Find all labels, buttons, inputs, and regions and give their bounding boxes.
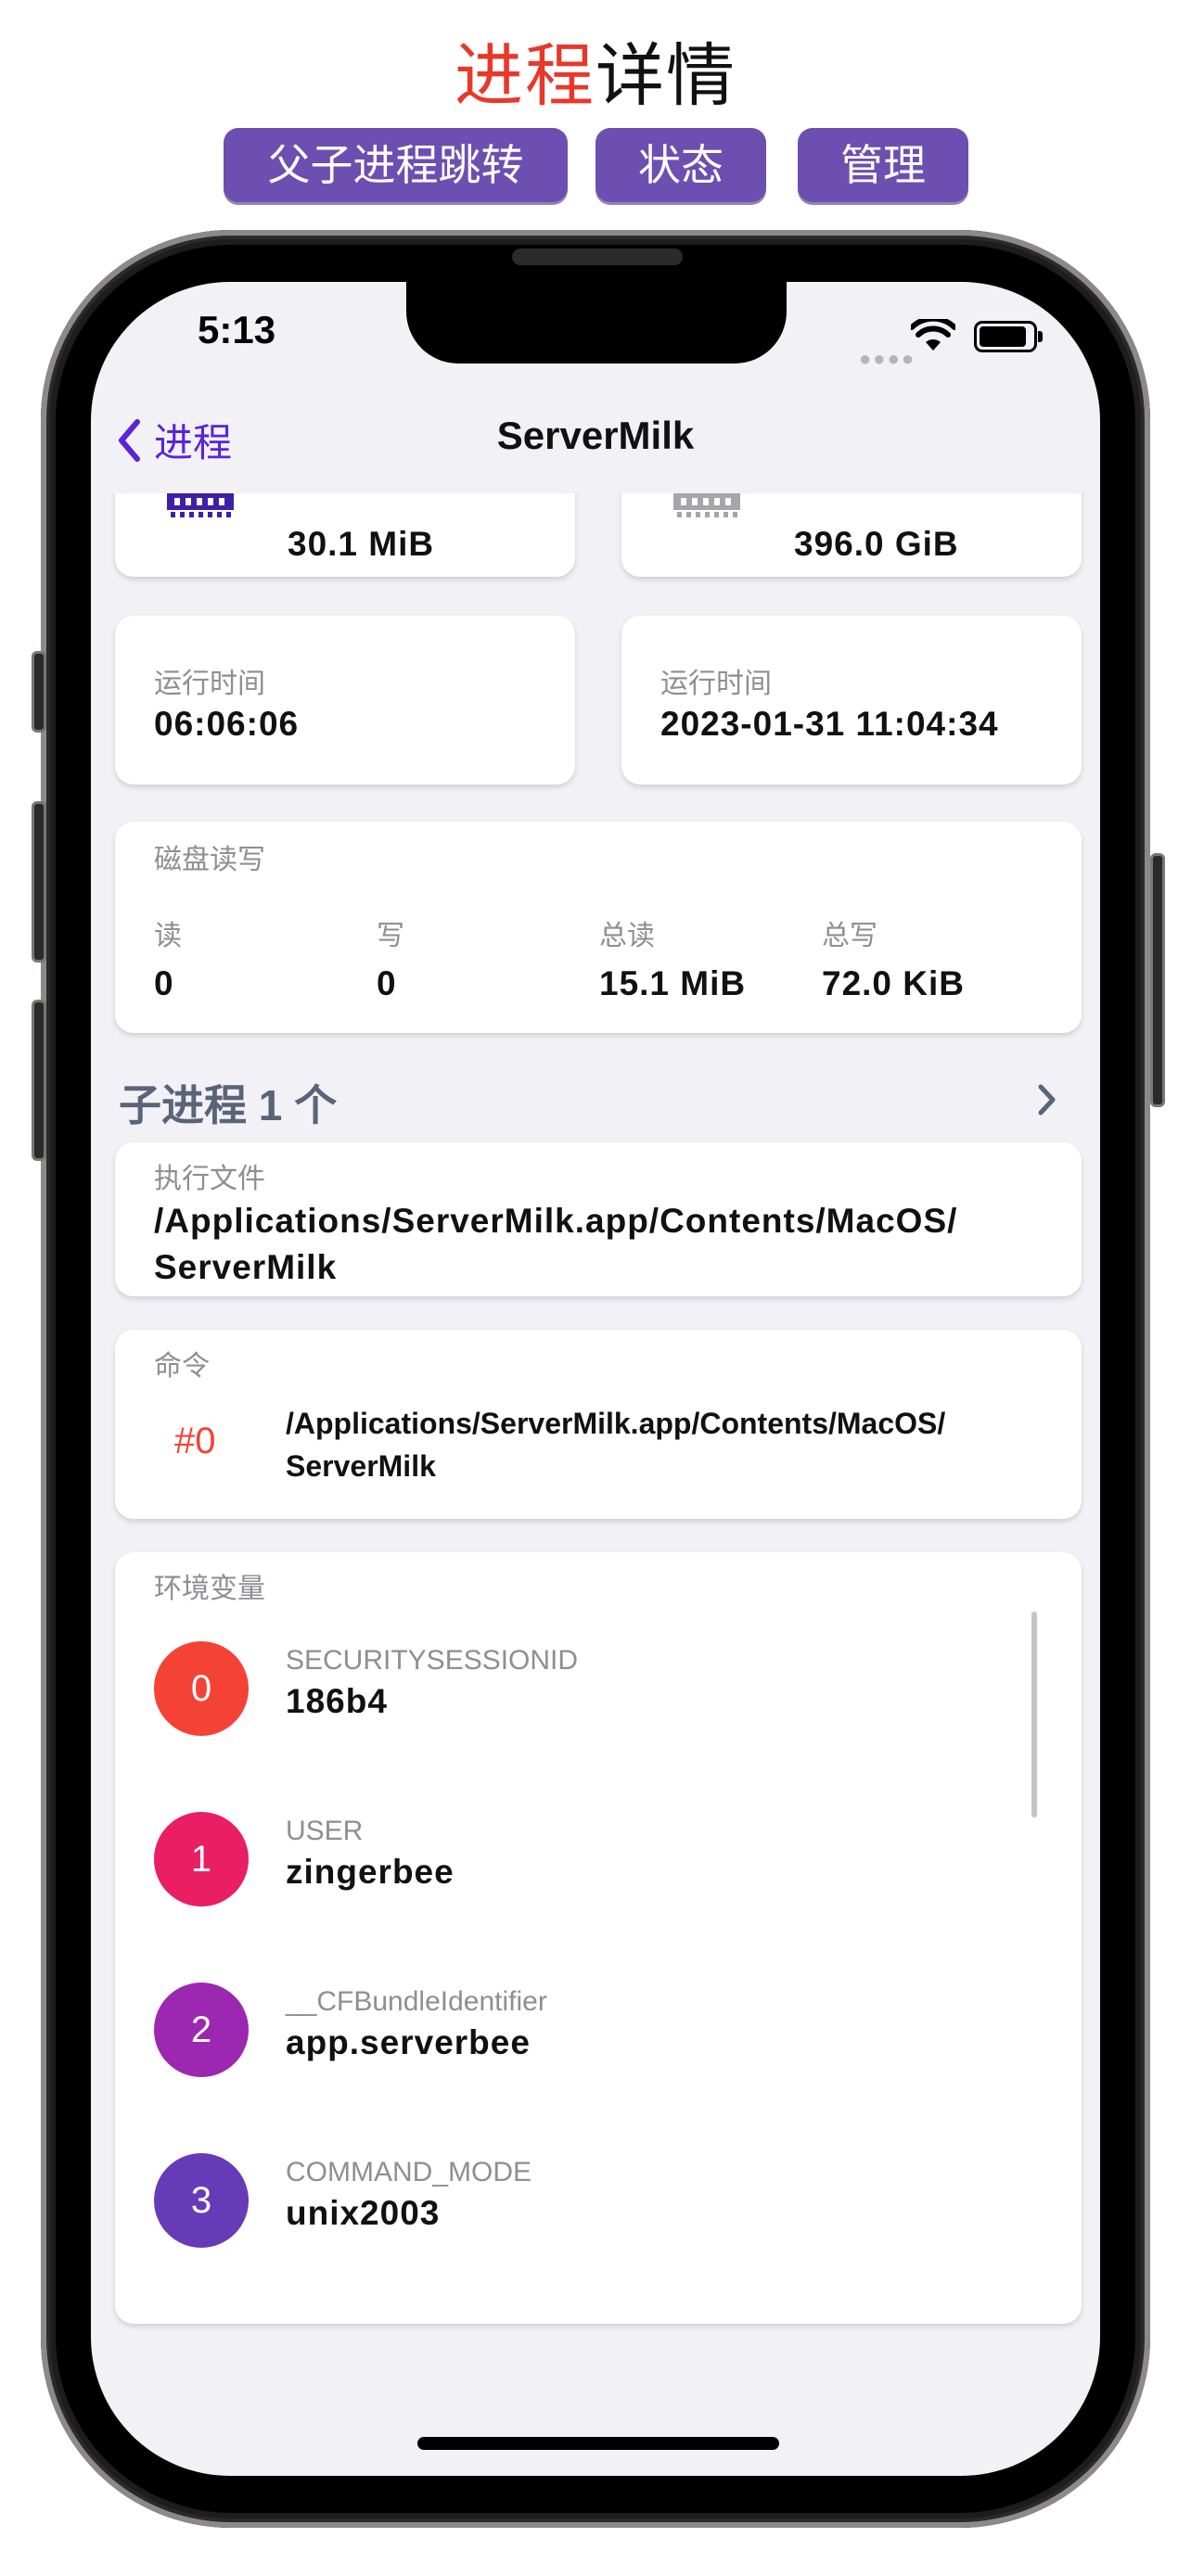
env-key: SECURITYSESSIONID: [286, 1645, 579, 1676]
earpiece: [512, 249, 683, 265]
disk-total-read-col: 总读 15.1 MiB: [599, 912, 746, 1003]
command-label: 命令: [154, 1351, 210, 1382]
executable-path-line2: ServerMilk: [154, 1248, 338, 1286]
env-title: 环境变量: [154, 1574, 265, 1604]
disk-read-value: 0: [154, 964, 174, 1002]
disk-total-read-value: 15.1 MiB: [599, 964, 747, 1002]
runtime-card-left: 运行时间 06:06:06: [115, 616, 575, 784]
env-value: zingerbee: [286, 1853, 455, 1891]
runtime-right-label: 运行时间: [660, 669, 772, 699]
command-arg-index: #0: [174, 1421, 216, 1461]
battery-icon: [974, 321, 1043, 352]
child-processes-title: 子进程 1 个: [119, 1081, 338, 1129]
executable-card: 执行文件 /Applications/ServerMilk.app/Conten…: [115, 1142, 1082, 1296]
env-item[interactable]: 3 COMMAND_MODE unix2003: [115, 2153, 1082, 2302]
wifi-icon: [911, 319, 955, 351]
mute-switch: [32, 651, 46, 733]
disk-write-col: 写 0: [377, 912, 404, 1003]
disk-total-read-label: 总读: [599, 921, 655, 951]
executable-label: 执行文件: [154, 1164, 265, 1194]
volume-down-button: [32, 1000, 46, 1161]
disk-read-label: 读: [154, 921, 182, 951]
memory-card-left: 30.1 MiB: [115, 493, 575, 577]
power-button: [1150, 853, 1165, 1107]
memory-left-value: 30.1 MiB: [288, 525, 435, 563]
runtime-left-value: 06:06:06: [154, 705, 300, 743]
env-item[interactable]: 0 SECURITYSESSIONID 186b4: [115, 1641, 1082, 1790]
disk-total-write-col: 总写 72.0 KiB: [822, 912, 965, 1003]
child-processes-row[interactable]: 子进程 1 个: [91, 1063, 1100, 1137]
executable-path-line1: /Applications/ServerMilk.app/Contents/Ma…: [154, 1202, 958, 1240]
signal-icon: ●●●●: [859, 347, 916, 370]
env-index-avatar: 1: [154, 1812, 249, 1906]
promo-tag-manage: 管理: [798, 128, 968, 202]
disk-io-title: 磁盘读写: [154, 845, 265, 875]
status-time: 5:13: [198, 308, 276, 351]
command-arg: /Applications/ServerMilk.app/Contents/Ma…: [286, 1402, 945, 1487]
env-item[interactable]: 1 USER zingerbee: [115, 1812, 1082, 1960]
memory-chip-icon: [673, 493, 740, 517]
promo-tag-status: 状态: [596, 128, 766, 202]
runtime-right-value: 2023-01-31 11:04:34: [660, 705, 999, 743]
screen: 5:13 ●●●● 进程 ServerMilk 30.1 MiB 396.0 G…: [91, 282, 1100, 2476]
runtime-card-right: 运行时间 2023-01-31 11:04:34: [621, 616, 1082, 784]
command-card: 命令 #0 /Applications/ServerMilk.app/Conte…: [115, 1330, 1082, 1519]
promo-title-rest: 详情: [596, 37, 736, 114]
memory-card-right: 396.0 GiB: [621, 493, 1082, 577]
disk-read-col: 读 0: [154, 912, 182, 1003]
notch: [406, 282, 787, 363]
executable-path: /Applications/ServerMilk.app/Contents/Ma…: [154, 1198, 957, 1291]
disk-write-value: 0: [377, 964, 397, 1002]
promo-tags: 父子进程跳转 状态 管理: [0, 128, 1191, 206]
env-index-avatar: 2: [154, 1983, 249, 2077]
env-key: __CFBundleIdentifier: [286, 1986, 547, 2017]
env-key: COMMAND_MODE: [286, 2157, 532, 2187]
env-value: app.serverbee: [286, 2023, 531, 2061]
volume-up-button: [32, 801, 46, 963]
page-title: ServerMilk: [496, 414, 695, 457]
disk-io-card: 磁盘读写 读 0 写 0 总读 15.1 MiB 总写 72.0 KiB: [115, 822, 1082, 1033]
chevron-right-icon: [1038, 1084, 1056, 1116]
promo-title-accent: 进程: [455, 37, 596, 114]
promo-tag-parent-child: 父子进程跳转: [224, 128, 568, 202]
memory-right-value: 396.0 GiB: [794, 525, 959, 563]
command-arg-line1: /Applications/ServerMilk.app/Contents/Ma…: [286, 1407, 946, 1440]
disk-total-write-label: 总写: [822, 921, 877, 951]
runtime-left-label: 运行时间: [154, 669, 265, 699]
disk-total-write-value: 72.0 KiB: [822, 964, 966, 1002]
env-key: USER: [286, 1816, 364, 1846]
disk-write-label: 写: [377, 921, 404, 951]
env-index-avatar: 0: [154, 1641, 249, 1736]
memory-chip-icon: [167, 493, 234, 517]
content-scroll[interactable]: 30.1 MiB 396.0 GiB 运行时间 06:06:06 运行时间 20…: [91, 493, 1100, 2476]
env-index-avatar: 3: [154, 2153, 249, 2248]
command-arg-line2: ServerMilk: [286, 1449, 436, 1483]
env-card[interactable]: 环境变量 0 SECURITYSESSIONID 186b4 1 USER zi…: [115, 1552, 1082, 2324]
env-item[interactable]: 2 __CFBundleIdentifier app.serverbee: [115, 1983, 1082, 2131]
env-value: 186b4: [286, 1682, 388, 1720]
home-indicator[interactable]: [417, 2437, 779, 2450]
promo-title: 进程详情: [0, 30, 1191, 122]
env-value: unix2003: [286, 2194, 441, 2232]
